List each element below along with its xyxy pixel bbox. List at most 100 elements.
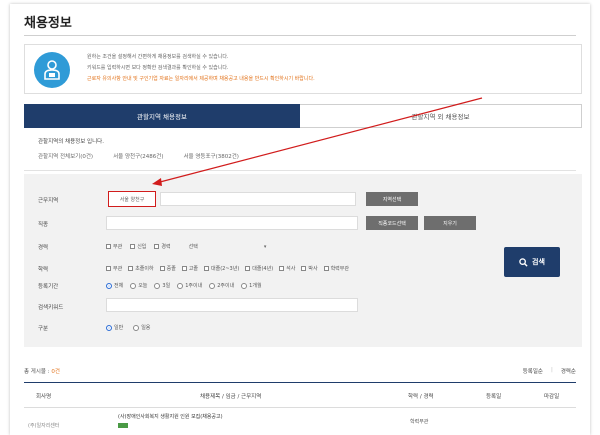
job-badge bbox=[118, 423, 128, 428]
location-field[interactable] bbox=[160, 192, 356, 206]
notice-lines: 원하는 조건을 설정해서 간편하게 채용정보를 검색하실 수 있습니다. 키워드… bbox=[87, 52, 315, 85]
tab-local-jobs[interactable]: 관할지역 채용정보 bbox=[24, 104, 300, 128]
notice-box: 원하는 조건을 설정해서 간편하게 채용정보를 검색하실 수 있습니다. 키워드… bbox=[24, 44, 582, 94]
education-option[interactable]: 무관 bbox=[106, 265, 122, 272]
career-option[interactable]: 신입 bbox=[130, 243, 146, 250]
radio[interactable] bbox=[106, 282, 112, 289]
tab-bar: 관할지역 채용정보 관할지역 외 채용정보 bbox=[24, 104, 582, 128]
career-option[interactable]: 무관 bbox=[106, 243, 122, 250]
radio[interactable] bbox=[130, 282, 137, 289]
table-header: 회사명 채용제목 / 임금 / 근무지역 학력 / 경력 등록일 마감일 bbox=[24, 382, 576, 408]
checkbox[interactable] bbox=[181, 266, 187, 271]
checkbox[interactable] bbox=[204, 266, 210, 271]
row-title[interactable]: (사)장애인사회복지 생활지원 인원 모집(채용공고) bbox=[118, 413, 223, 420]
notice-line-3: 근로자 유의사항 안내 및 구인기업 자료는 일자리에서 제공하며 채용공고 내… bbox=[87, 76, 315, 82]
page-title: 채용정보 bbox=[24, 16, 72, 31]
checkbox[interactable] bbox=[301, 266, 307, 271]
person-icon bbox=[44, 60, 60, 80]
notice-badge bbox=[34, 52, 70, 88]
region-divider bbox=[24, 170, 576, 171]
education-option[interactable]: 박사 bbox=[301, 265, 318, 272]
region-select-button[interactable]: 지역선택 bbox=[366, 192, 418, 206]
checkbox[interactable] bbox=[106, 266, 111, 271]
title-divider bbox=[24, 35, 576, 36]
table-row[interactable]: (주)일자리센터 (사)장애인사회복지 생활지원 인원 모집(채용공고) 학력무… bbox=[24, 408, 576, 435]
education-option[interactable]: 초졸이하 bbox=[128, 265, 154, 272]
education-option[interactable]: 중졸 bbox=[159, 265, 176, 272]
period-option[interactable]: 3일 bbox=[154, 282, 170, 289]
column-registered: 등록일 bbox=[486, 394, 502, 400]
region-links: 관할지역 전체보기(0건) 서울 양천구(2486건) 서울 영등포구(3802… bbox=[38, 152, 239, 160]
type-option[interactable]: 일반 bbox=[106, 324, 123, 331]
education-option[interactable]: 고졸 bbox=[181, 265, 198, 272]
location-value[interactable]: 서울 양천구 bbox=[108, 191, 156, 207]
column-company: 회사명 bbox=[36, 394, 52, 400]
tab-other-region-jobs[interactable]: 관할지역 외 채용정보 bbox=[300, 104, 582, 128]
radio[interactable] bbox=[106, 324, 112, 331]
chevron-down-icon[interactable]: ▾ bbox=[264, 244, 267, 250]
checkbox[interactable] bbox=[323, 266, 329, 271]
checkbox[interactable] bbox=[245, 266, 251, 271]
checkbox[interactable] bbox=[128, 266, 134, 271]
reset-button[interactable]: 지우기 bbox=[424, 216, 476, 230]
total-count: 총 게시물 : 0건 bbox=[24, 369, 60, 375]
region-title: 관할지역의 채용정보 입니다. bbox=[38, 139, 104, 145]
period-option[interactable]: 1주이내 bbox=[177, 282, 202, 289]
notice-line-1: 원하는 조건을 설정해서 간편하게 채용정보를 검색하실 수 있습니다. bbox=[87, 54, 229, 60]
region-link-yeongdeungpo[interactable]: 서울 영등포구(3802건) bbox=[184, 152, 239, 160]
type-options: 일반 일용 bbox=[106, 324, 150, 331]
type-label: 구분 bbox=[38, 326, 49, 332]
radio[interactable] bbox=[177, 282, 184, 289]
radio[interactable] bbox=[241, 282, 248, 289]
period-label: 등록기간 bbox=[38, 284, 59, 290]
region-link-all[interactable]: 관할지역 전체보기(0건) bbox=[38, 152, 93, 160]
checkbox[interactable] bbox=[106, 244, 111, 249]
search-button[interactable]: 검색 bbox=[504, 247, 560, 277]
row-education: 학력무관 bbox=[410, 419, 429, 425]
list-header: 총 게시물 : 0건 등록일순 | 경력순 bbox=[24, 367, 576, 377]
keyword-input[interactable] bbox=[106, 298, 358, 312]
career-option[interactable]: 경력 bbox=[154, 243, 171, 250]
search-icon bbox=[519, 257, 528, 267]
job-code-select-button[interactable]: 직종코드선택 bbox=[366, 216, 418, 230]
period-options: 전체 오늘 3일 1주이내 2주이내 1개월 bbox=[106, 282, 262, 289]
search-panel: 근무지역 서울 양천구 지역선택 직종 직종코드선택 지우기 경력 무관 신입 … bbox=[24, 174, 582, 347]
period-option[interactable]: 전체 bbox=[106, 282, 123, 289]
sort-by-date[interactable]: 등록일순 bbox=[523, 367, 543, 375]
career-options: 무관 신입 경력 선택 ▾ bbox=[106, 243, 266, 250]
region-link-yangcheon[interactable]: 서울 양천구(2486건) bbox=[113, 152, 163, 160]
column-education: 학력 / 경력 bbox=[408, 394, 434, 400]
education-option[interactable]: 대졸(4년) bbox=[245, 265, 273, 272]
education-option[interactable]: 대졸(2~3년) bbox=[204, 265, 239, 272]
page-frame: 채용정보 원하는 조건을 설정해서 간편하게 채용정보를 검색하실 수 있습니다… bbox=[10, 4, 590, 435]
row-company[interactable]: (주)일자리센터 bbox=[28, 422, 60, 429]
sort-options: 등록일순 | 경력순 bbox=[523, 367, 576, 375]
keyword-label: 검색키워드 bbox=[38, 305, 64, 311]
job-label: 직종 bbox=[38, 222, 49, 228]
sort-by-career[interactable]: 경력순 bbox=[561, 367, 576, 375]
type-option[interactable]: 일용 bbox=[133, 324, 150, 331]
radio[interactable] bbox=[154, 282, 161, 289]
checkbox[interactable] bbox=[130, 244, 136, 249]
radio[interactable] bbox=[133, 324, 140, 331]
period-option[interactable]: 2주이내 bbox=[209, 282, 234, 289]
period-option[interactable]: 오늘 bbox=[130, 282, 147, 289]
radio[interactable] bbox=[209, 282, 216, 289]
location-label: 근무지역 bbox=[38, 198, 59, 204]
education-option[interactable]: 학력무관 bbox=[323, 265, 349, 272]
sort-divider: | bbox=[550, 367, 553, 373]
period-option[interactable]: 1개월 bbox=[241, 282, 262, 289]
column-title: 채용제목 / 임금 / 근무지역 bbox=[200, 394, 262, 400]
education-option[interactable]: 석사 bbox=[279, 265, 295, 272]
education-options: 무관 초졸이하 중졸 고졸 대졸(2~3년) 대졸(4년) 석사 박사 학력무관 bbox=[106, 265, 349, 272]
checkbox[interactable] bbox=[159, 266, 165, 271]
column-deadline: 마감일 bbox=[544, 394, 560, 400]
search-button-label: 검색 bbox=[532, 258, 545, 266]
checkbox[interactable] bbox=[154, 244, 160, 249]
job-field[interactable] bbox=[106, 216, 358, 230]
education-label: 학력 bbox=[38, 267, 49, 273]
notice-line-2: 키워드를 입력하시면 보다 정확한 검색결과를 확인하실 수 있습니다. bbox=[87, 65, 229, 71]
checkbox[interactable] bbox=[279, 266, 285, 271]
career-label: 경력 bbox=[38, 245, 49, 251]
career-select[interactable]: 선택 bbox=[189, 243, 198, 250]
